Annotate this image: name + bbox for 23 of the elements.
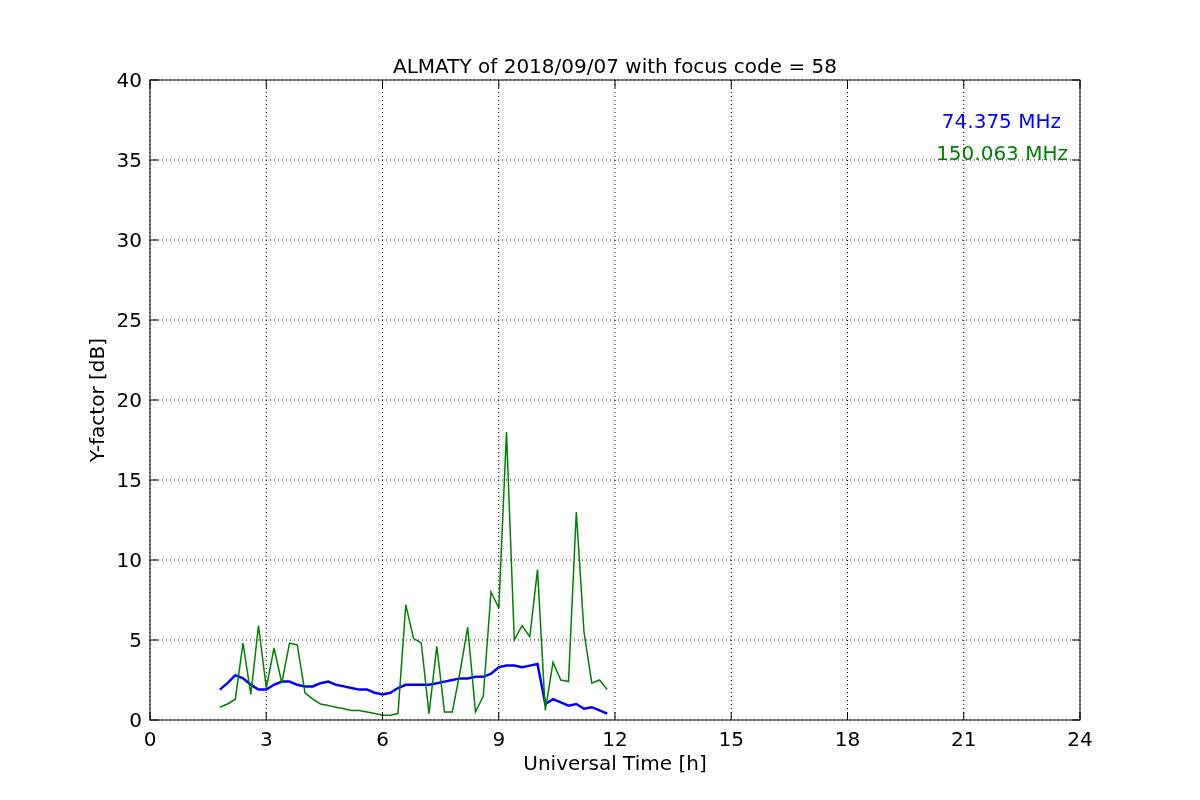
y-axis-label: Y-factor [dB] xyxy=(85,338,109,462)
y-tick-label: 20 xyxy=(116,388,142,412)
x-tick-label: 0 xyxy=(143,727,157,751)
x-tick-label: 18 xyxy=(834,727,861,751)
x-tick-label: 24 xyxy=(1067,727,1093,751)
y-tick-label: 25 xyxy=(116,308,142,332)
y-tick-label: 30 xyxy=(116,228,142,252)
x-tick-label: 6 xyxy=(376,727,389,751)
y-tick-label: 5 xyxy=(129,628,142,652)
x-tick-label: 9 xyxy=(492,727,506,751)
y-tick-label: 10 xyxy=(116,548,142,572)
x-tick-label: 15 xyxy=(718,727,744,751)
y-tick-label: 35 xyxy=(116,148,142,172)
x-tick-label: 21 xyxy=(951,727,977,751)
y-tick-label: 0 xyxy=(129,708,142,732)
legend-label: 74.375 MHz xyxy=(941,109,1061,133)
y-tick-label: 15 xyxy=(116,468,142,492)
x-tick-label: 3 xyxy=(259,727,273,751)
x-tick-label: 12 xyxy=(602,727,628,751)
y-tick-label: 40 xyxy=(116,68,142,92)
chart-title: ALMATY of 2018/09/07 with focus code = 58 xyxy=(393,54,837,78)
legend-label: 150.063 MHz xyxy=(936,141,1068,165)
x-axis-label: Universal Time [h] xyxy=(523,751,707,775)
